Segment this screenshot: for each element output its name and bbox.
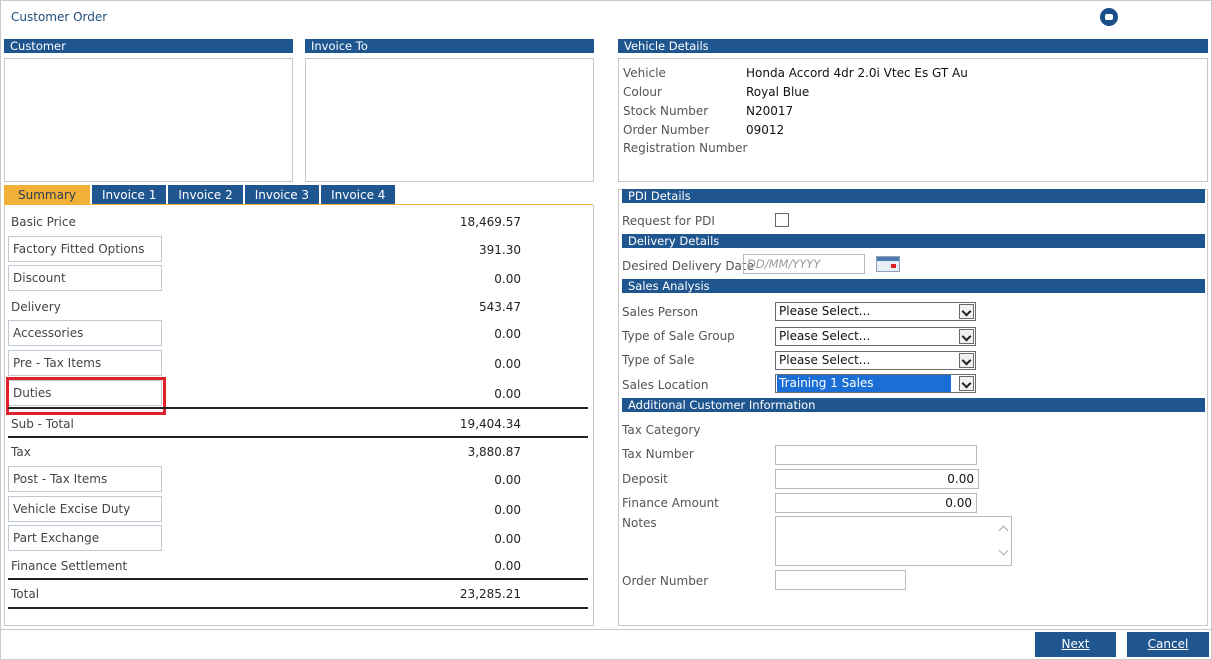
- sales-person-label: Sales Person: [622, 305, 699, 319]
- desired-delivery-date-label: Desired Delivery Date: [622, 259, 754, 273]
- stock-number-label: Stock Number: [623, 104, 709, 118]
- type-of-sale-label: Type of Sale: [622, 353, 695, 367]
- part-exchange-value: 0.00: [494, 532, 521, 546]
- order-number-label: Order Number: [623, 123, 710, 137]
- vehicle-label: Vehicle: [623, 66, 666, 80]
- factory-options-button[interactable]: Factory Fitted Options: [8, 236, 162, 262]
- tax-category-label: Tax Category: [622, 423, 701, 437]
- post-tax-items-button[interactable]: Post - Tax Items: [8, 466, 162, 492]
- request-pdi-checkbox[interactable]: [775, 213, 789, 227]
- tax-value: 3,880.87: [467, 445, 521, 459]
- additional-order-number-input[interactable]: [775, 570, 906, 590]
- sub-total-label: Sub - Total: [11, 417, 74, 431]
- calendar-icon[interactable]: [876, 256, 900, 272]
- sub-total-value: 19,404.34: [459, 417, 521, 431]
- sales-location-select[interactable]: Training 1 Sales: [775, 374, 976, 393]
- colour-label: Colour: [623, 85, 662, 99]
- finance-settlement-value: 0.00: [494, 559, 521, 573]
- factory-options-value: 391.30: [479, 243, 521, 257]
- type-of-sale-value: Please Select...: [779, 353, 871, 367]
- type-of-sale-group-select[interactable]: Please Select...: [775, 327, 976, 346]
- finance-amount-input[interactable]: 0.00: [775, 493, 977, 513]
- delivery-details-header: Delivery Details: [622, 234, 1205, 248]
- pdi-details-header: PDI Details: [622, 189, 1205, 203]
- sales-location-value: Training 1 Sales: [777, 375, 951, 392]
- vehicle-excise-duty-value: 0.00: [494, 503, 521, 517]
- tax-label: Tax: [11, 445, 31, 459]
- tab-invoice-3[interactable]: Invoice 3: [244, 185, 322, 205]
- discount-value: 0.00: [494, 272, 521, 286]
- sales-person-select[interactable]: Please Select...: [775, 302, 976, 321]
- deposit-label: Deposit: [622, 472, 668, 486]
- finance-settlement-label: Finance Settlement: [11, 559, 128, 573]
- tab-invoice-1[interactable]: Invoice 1: [92, 185, 169, 205]
- tab-invoice-2[interactable]: Invoice 2: [168, 185, 245, 205]
- type-of-sale-group-label: Type of Sale Group: [622, 329, 735, 343]
- discount-button[interactable]: Discount: [8, 265, 162, 291]
- chevron-down-icon: [959, 353, 974, 368]
- delivery-label: Delivery: [11, 300, 61, 314]
- total-value: 23,285.21: [459, 587, 521, 601]
- pre-tax-items-value: 0.00: [494, 357, 521, 371]
- vehicle-details-header: Vehicle Details: [618, 39, 1208, 53]
- chevron-down-icon: [959, 304, 974, 319]
- order-number-value: 09012: [746, 123, 785, 137]
- page-title: Customer Order: [11, 10, 108, 24]
- chevron-down-icon: [959, 329, 974, 344]
- total-label: Total: [11, 587, 40, 601]
- duties-highlight: [6, 377, 166, 415]
- notes-textarea[interactable]: [775, 516, 1012, 566]
- scroll-up-icon[interactable]: [997, 523, 1009, 535]
- cancel-button[interactable]: Cancel: [1127, 632, 1209, 657]
- accessories-value: 0.00: [494, 327, 521, 341]
- colour-value: Royal Blue: [746, 85, 810, 99]
- registration-number-label: Registration Number: [623, 141, 748, 155]
- pre-tax-items-button[interactable]: Pre - Tax Items: [8, 350, 162, 376]
- notes-label: Notes: [622, 516, 657, 530]
- sales-person-value: Please Select...: [779, 304, 871, 318]
- total-line-bottom: [8, 607, 588, 609]
- next-button[interactable]: Next: [1035, 632, 1116, 657]
- chevron-down-icon: [959, 376, 974, 391]
- type-of-sale-select[interactable]: Please Select...: [775, 351, 976, 370]
- vehicle-value: Honda Accord 4dr 2.0i Vtec Es GT Au: [746, 66, 968, 80]
- tax-number-input[interactable]: [775, 445, 977, 465]
- deposit-input[interactable]: 0.00: [775, 469, 979, 489]
- chat-help-icon[interactable]: [1100, 8, 1118, 26]
- sales-analysis-header: Sales Analysis: [622, 279, 1205, 293]
- scroll-down-icon[interactable]: [997, 547, 1009, 559]
- subtotal-line-top: [8, 407, 588, 409]
- desired-delivery-date-input[interactable]: DD/MM/YYYY: [743, 254, 865, 274]
- vehicle-excise-duty-button[interactable]: Vehicle Excise Duty: [8, 496, 162, 522]
- footer-divider: [0, 629, 1212, 630]
- part-exchange-button[interactable]: Part Exchange: [8, 525, 162, 551]
- request-pdi-label: Request for PDI: [622, 214, 715, 228]
- accessories-button[interactable]: Accessories: [8, 320, 162, 346]
- total-line-top: [8, 578, 588, 580]
- subtotal-line-bottom: [8, 436, 588, 438]
- invoice-to-box[interactable]: [305, 58, 594, 182]
- summary-tabs: Summary Invoice 1 Invoice 2 Invoice 3 In…: [4, 185, 398, 205]
- type-of-sale-group-value: Please Select...: [779, 329, 871, 343]
- stock-number-value: N20017: [746, 104, 794, 118]
- invoice-to-header: Invoice To: [305, 39, 594, 53]
- sales-location-label: Sales Location: [622, 378, 709, 392]
- customer-box[interactable]: [4, 58, 293, 182]
- tab-summary[interactable]: Summary: [4, 185, 92, 205]
- duties-value: 0.00: [494, 387, 521, 401]
- basic-price-label: Basic Price: [11, 215, 76, 229]
- basic-price-value: 18,469.57: [459, 215, 521, 229]
- tab-invoice-4[interactable]: Invoice 4: [321, 185, 398, 205]
- post-tax-items-value: 0.00: [494, 473, 521, 487]
- tax-number-label: Tax Number: [622, 447, 694, 461]
- additional-order-number-label: Order Number: [622, 574, 709, 588]
- finance-amount-label: Finance Amount: [622, 496, 719, 510]
- delivery-value: 543.47: [479, 300, 521, 314]
- customer-header: Customer: [4, 39, 293, 53]
- additional-info-header: Additional Customer Information: [622, 398, 1205, 412]
